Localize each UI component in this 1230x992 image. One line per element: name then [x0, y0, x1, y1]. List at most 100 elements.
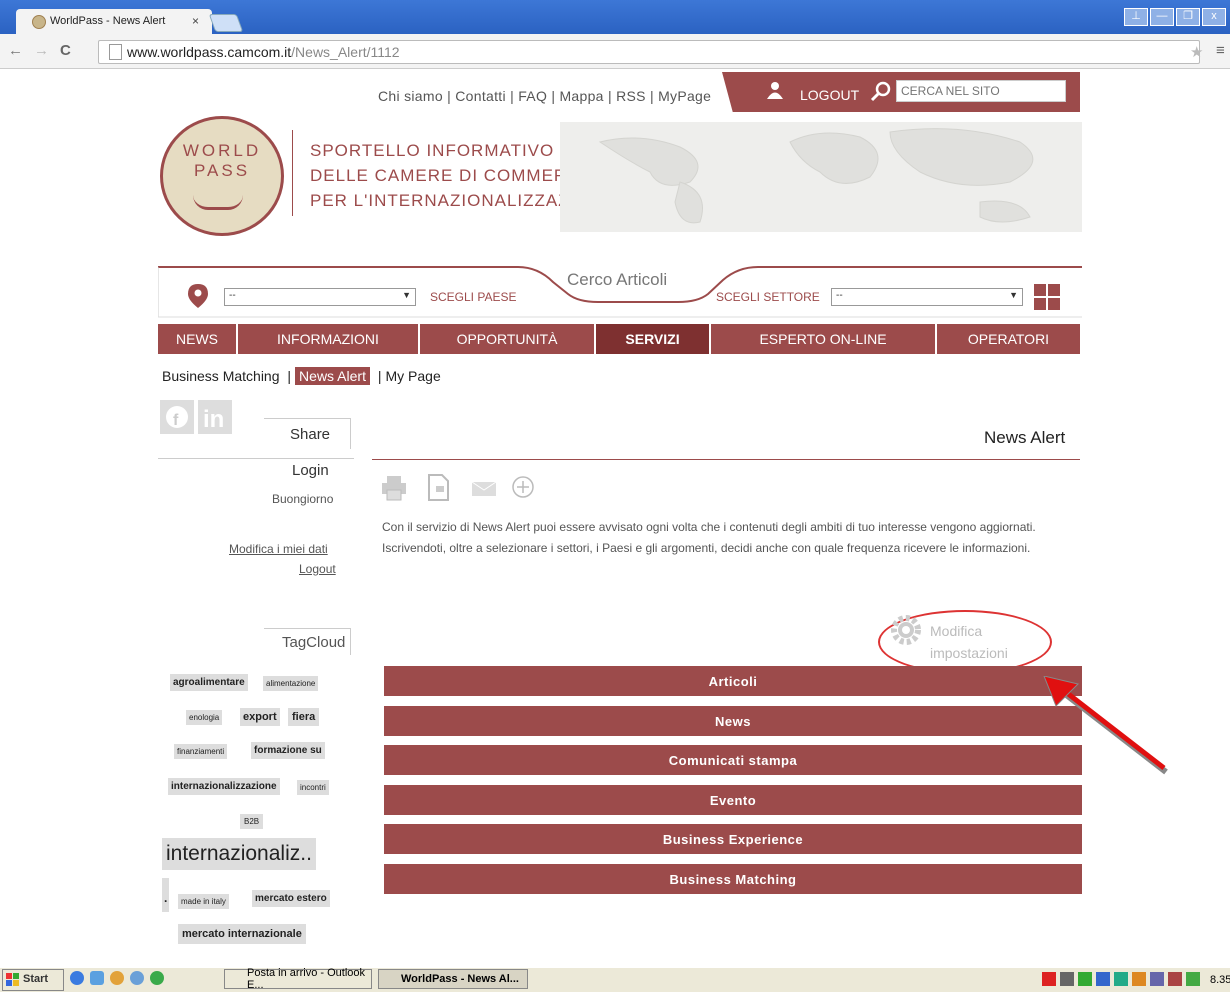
page-icon — [109, 44, 122, 60]
reload-button[interactable]: C — [60, 42, 71, 59]
svg-text:in: in — [203, 406, 224, 433]
logout-link[interactable]: Logout — [299, 562, 336, 576]
subnav-separator: | — [287, 368, 292, 384]
nav-opportunita[interactable]: OPPORTUNITÀ — [420, 324, 596, 354]
tag-item[interactable]: finanziamenti — [174, 744, 228, 759]
search-input[interactable] — [897, 81, 1063, 101]
mail-icon[interactable] — [470, 474, 498, 502]
tag-item[interactable]: internazionaliz.. — [162, 838, 316, 870]
tag-item[interactable]: fiera — [288, 708, 320, 726]
start-button[interactable]: Start — [2, 969, 64, 991]
logout-button[interactable]: LOGOUT — [800, 87, 859, 103]
edit-my-data-link[interactable]: Modifica i miei dati — [229, 542, 328, 556]
tag-item[interactable]: agroalimentare — [170, 674, 248, 691]
logo-text-pass: PASS — [193, 161, 251, 180]
url-host: www.worldpass.camcom.it — [127, 44, 292, 60]
taskbar-outlook[interactable]: Posta in arrivo - Outlook E... — [224, 967, 372, 991]
category-articoli[interactable]: Articoli — [384, 666, 1082, 696]
user-icon — [767, 82, 783, 99]
tab-close-button[interactable]: × — [192, 14, 199, 28]
chevron-down-icon: ▼ — [1009, 290, 1018, 300]
news-alert-description: Con il servizio di News Alert puoi esser… — [382, 520, 1036, 555]
browser-icon[interactable] — [130, 971, 144, 985]
gear-icon[interactable] — [888, 612, 924, 648]
category-news[interactable]: News — [384, 706, 1082, 736]
window-maximize-button[interactable]: ❐ — [1176, 8, 1200, 26]
category-business-matching[interactable]: Business Matching — [384, 864, 1082, 894]
category-comunicati-stampa[interactable]: Comunicati stampa — [384, 745, 1082, 775]
nav-operatori[interactable]: OPERATORI — [937, 324, 1080, 354]
modify-settings-button[interactable]: Modifica impostazioni — [930, 620, 1008, 664]
country-select[interactable]: -- ▼ — [224, 288, 416, 306]
taskbar-worldpass[interactable]: WorldPass - News Al... — [378, 969, 528, 989]
bookmark-star-icon[interactable]: ★ — [1190, 43, 1203, 61]
choose-country-label[interactable]: SCEGLI PAESE — [430, 290, 516, 304]
sector-select-value: -- — [836, 290, 843, 301]
nav-news[interactable]: NEWS — [158, 324, 238, 354]
top-links[interactable]: Chi siamo | Contatti | FAQ | Mappa | RSS… — [378, 88, 711, 104]
ie-icon[interactable] — [70, 971, 84, 985]
red-arrow-annotation — [1043, 676, 1168, 775]
nav-informazioni[interactable]: INFORMAZIONI — [238, 324, 420, 354]
tag-item[interactable]: enologia — [186, 710, 223, 725]
facebook-icon[interactable]: f — [160, 400, 194, 434]
tag-item[interactable]: internazionalizzazione — [168, 778, 280, 795]
pdf-icon[interactable] — [426, 474, 452, 502]
tag-item[interactable]: formazione su — [251, 742, 325, 759]
site-search — [896, 80, 1066, 102]
chrome-icon[interactable] — [150, 971, 164, 985]
chevron-down-icon: ▼ — [402, 290, 411, 300]
favicon-icon — [32, 15, 46, 29]
greeting-text: Buongiorno — [272, 492, 334, 506]
browser-menu-icon[interactable]: ≡ — [1216, 42, 1225, 59]
logo-text-world: WORLD — [182, 141, 262, 160]
window-close-button[interactable]: x — [1202, 8, 1226, 26]
modify-settings-label: impostazioni — [930, 645, 1008, 661]
category-evento[interactable]: Evento — [384, 785, 1082, 815]
title-underline — [372, 459, 1080, 460]
nav-esperto-online[interactable]: ESPERTO ON-LINE — [711, 324, 937, 354]
quick-launch — [70, 971, 180, 987]
search-icon[interactable] — [870, 80, 892, 102]
subnav-news-alert[interactable]: News Alert — [295, 367, 370, 385]
linkedin-icon[interactable]: in — [198, 400, 232, 434]
category-business-experience[interactable]: Business Experience — [384, 824, 1082, 854]
tag-item[interactable]: mercato internazionale — [178, 924, 306, 944]
firefox-icon[interactable] — [110, 971, 124, 985]
page-title: News Alert — [984, 428, 1066, 447]
svg-text:f: f — [173, 412, 179, 429]
add-icon[interactable] — [510, 474, 536, 500]
tag-item[interactable]: mercato estero — [252, 890, 330, 907]
browser-tab[interactable]: WorldPass - News Alert × — [16, 9, 212, 34]
subnav-business-matching[interactable]: Business Matching — [162, 368, 280, 384]
share-label[interactable]: Share — [290, 426, 330, 443]
main-navigation: NEWS INFORMAZIONI OPPORTUNITÀ SERVIZI ES… — [158, 324, 1080, 354]
subnav-separator: | — [377, 368, 382, 384]
login-title: Login — [292, 462, 329, 479]
worldpass-logo[interactable]: WORLD PASS — [160, 116, 284, 236]
outlook-icon[interactable] — [90, 971, 104, 985]
window-user-button[interactable]: ⊥ — [1124, 8, 1148, 26]
back-button[interactable]: ← — [8, 42, 23, 59]
start-label: Start — [23, 973, 49, 985]
url-path: /News_Alert/1112 — [291, 44, 400, 60]
choose-sector-label[interactable]: SCEGLI SETTORE — [716, 290, 820, 304]
tag-item[interactable]: . — [162, 878, 170, 912]
forward-button[interactable]: → — [34, 42, 49, 59]
tag-item[interactable]: alimentazione — [263, 676, 319, 691]
location-pin-icon — [188, 284, 208, 308]
tag-item[interactable]: made in italy — [178, 894, 229, 909]
grid-view-icon[interactable] — [1034, 284, 1060, 310]
tag-item[interactable]: export — [240, 708, 280, 726]
tab-title: WorldPass - News Alert — [50, 15, 166, 27]
sector-select[interactable]: -- ▼ — [831, 288, 1023, 306]
print-icon[interactable] — [380, 474, 410, 502]
tag-item[interactable]: incontri — [297, 780, 329, 795]
tag-item[interactable]: B2B — [240, 814, 264, 829]
logo-swoosh — [193, 195, 243, 210]
nav-servizi[interactable]: SERVIZI — [596, 324, 711, 354]
header-divider — [292, 130, 293, 216]
address-bar[interactable]: www.worldpass.camcom.it/News_Alert/1112 — [98, 40, 1200, 64]
window-minimize-button[interactable]: — — [1150, 8, 1174, 26]
subnav-my-page[interactable]: My Page — [386, 368, 441, 384]
